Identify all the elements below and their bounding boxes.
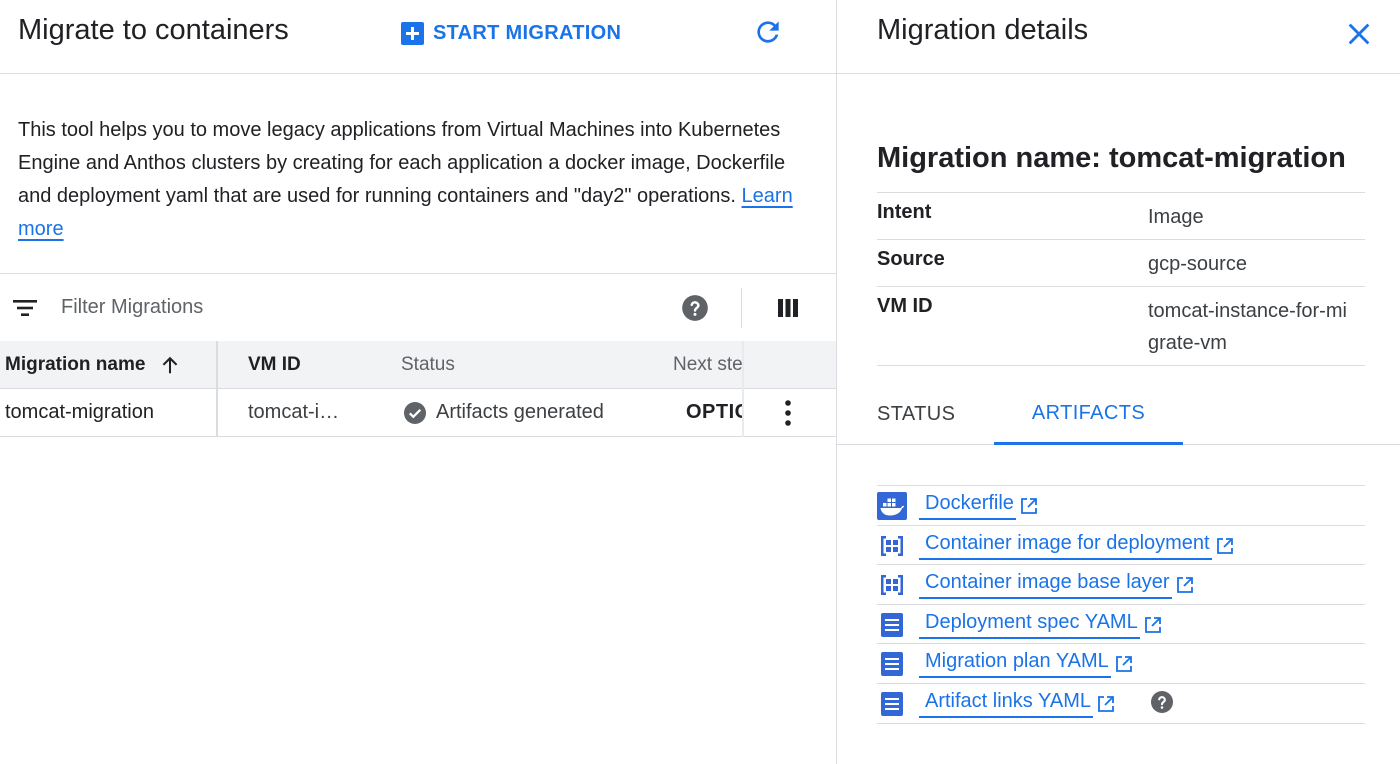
artifact-row: Migration plan YAML xyxy=(877,644,1365,684)
field-value: tomcat-instance-for-migrate-vm xyxy=(1148,300,1347,354)
add-icon xyxy=(401,21,424,45)
field-value: gcp-source xyxy=(1148,253,1247,275)
open-in-new-icon xyxy=(1216,537,1233,554)
field-row-intent: Intent Image xyxy=(877,193,1365,240)
row-status-label: Artifacts generated xyxy=(436,401,604,423)
open-in-new-icon xyxy=(1115,656,1132,673)
column-header-next-step[interactable]: Next ste xyxy=(673,341,743,388)
field-key: Intent xyxy=(877,201,932,223)
row-vm-id: tomcat-i… xyxy=(248,401,340,423)
migration-details-panel: Migration details Migration name: tomcat… xyxy=(836,0,1400,764)
open-in-new-icon xyxy=(1144,616,1161,633)
close-icon[interactable] xyxy=(1345,20,1373,48)
artifact-link-deployment-spec[interactable]: Deployment spec YAML xyxy=(919,611,1163,639)
artifact-link-migration-plan[interactable]: Migration plan YAML xyxy=(919,650,1134,679)
migration-name-heading: Migration name: tomcat-migration xyxy=(877,142,1346,174)
artifact-link-dockerfile[interactable]: Dockerfile xyxy=(919,492,1039,520)
column-display-icon[interactable] xyxy=(776,296,800,320)
docker-icon xyxy=(877,492,907,520)
field-value: Image xyxy=(1148,206,1204,228)
check-circle-icon xyxy=(404,401,426,424)
table-row[interactable]: tomcat-migration tomcat-i… Artifacts gen… xyxy=(0,389,836,437)
details-tabs: STATUS ARTIFACTS xyxy=(837,384,1400,445)
artifact-label: Container image for deployment xyxy=(919,532,1212,560)
row-next-step[interactable]: OPTIC xyxy=(686,389,742,436)
artifact-row: Deployment spec YAML xyxy=(877,605,1365,645)
filter-icon[interactable] xyxy=(12,298,38,318)
tool-description: This tool helps you to move legacy appli… xyxy=(18,114,808,246)
start-migration-button[interactable]: START MIGRATION xyxy=(401,19,621,47)
table-header: Migration name VM ID Status Next ste xyxy=(0,341,836,389)
open-in-new-icon xyxy=(1176,577,1193,594)
field-key: Source xyxy=(877,248,945,270)
artifact-row: Dockerfile xyxy=(877,486,1365,526)
artifact-label: Artifact links YAML xyxy=(919,690,1093,718)
details-header: Migration details xyxy=(837,0,1400,74)
artifact-label: Container image base layer xyxy=(919,571,1172,600)
artifact-row: Artifact links YAML xyxy=(877,684,1365,724)
artifact-label: Migration plan YAML xyxy=(919,650,1111,679)
page-header: Migrate to containers START MIGRATION xyxy=(0,0,836,74)
artifact-row: Container image for deployment xyxy=(877,526,1365,566)
container-image-icon xyxy=(881,575,903,596)
tab-status[interactable]: STATUS xyxy=(877,384,955,445)
details-fields: Intent Image Source gcp-source VM ID tom… xyxy=(877,192,1365,366)
column-header-status[interactable]: Status xyxy=(401,341,651,388)
document-icon xyxy=(881,612,903,637)
row-migration-name[interactable]: tomcat-migration xyxy=(0,389,218,436)
field-key: VM ID xyxy=(877,295,933,317)
artifact-link-artifact-links[interactable]: Artifact links YAML xyxy=(919,690,1116,718)
open-in-new-icon xyxy=(1021,498,1037,514)
artifact-label: Deployment spec YAML xyxy=(919,611,1140,639)
container-image-icon xyxy=(881,535,903,556)
artifact-link-container-image-base-layer[interactable]: Container image base layer xyxy=(919,571,1195,600)
artifact-link-container-image-deployment[interactable]: Container image for deployment xyxy=(919,532,1235,560)
column-divider xyxy=(742,341,744,437)
tab-artifacts[interactable]: ARTIFACTS xyxy=(994,384,1183,445)
help-icon[interactable] xyxy=(681,294,709,322)
field-row-vm-id: VM ID tomcat-instance-for-migrate-vm xyxy=(877,287,1365,366)
toolbar-divider xyxy=(741,288,742,328)
description-text: This tool helps you to move legacy appli… xyxy=(18,119,786,207)
filter-input[interactable]: Filter Migrations xyxy=(61,296,203,319)
help-icon[interactable] xyxy=(1150,690,1174,714)
artifact-list: Dockerfile Container image for deploymen… xyxy=(877,485,1365,724)
document-icon xyxy=(881,691,903,716)
artifact-row: Container image base layer xyxy=(877,565,1365,605)
column-header-label: Migration name xyxy=(5,353,146,375)
more-vert-icon[interactable] xyxy=(776,399,800,427)
details-title: Migration details xyxy=(877,14,1089,46)
column-header-migration-name[interactable]: Migration name xyxy=(0,341,218,388)
column-header-vm-id[interactable]: VM ID xyxy=(248,341,398,388)
open-in-new-icon xyxy=(1098,696,1114,712)
migrations-panel: Migrate to containers START MIGRATION Th… xyxy=(0,0,836,764)
start-migration-label: START MIGRATION xyxy=(433,21,622,44)
row-status: Artifacts generated xyxy=(403,389,663,436)
page-title: Migrate to containers xyxy=(18,14,289,46)
refresh-icon[interactable] xyxy=(752,16,784,48)
sort-arrow-up-icon xyxy=(163,356,178,373)
filter-bar: Filter Migrations xyxy=(0,273,836,341)
document-icon xyxy=(881,652,903,677)
field-row-source: Source gcp-source xyxy=(877,240,1365,287)
artifact-label: Dockerfile xyxy=(919,492,1016,520)
